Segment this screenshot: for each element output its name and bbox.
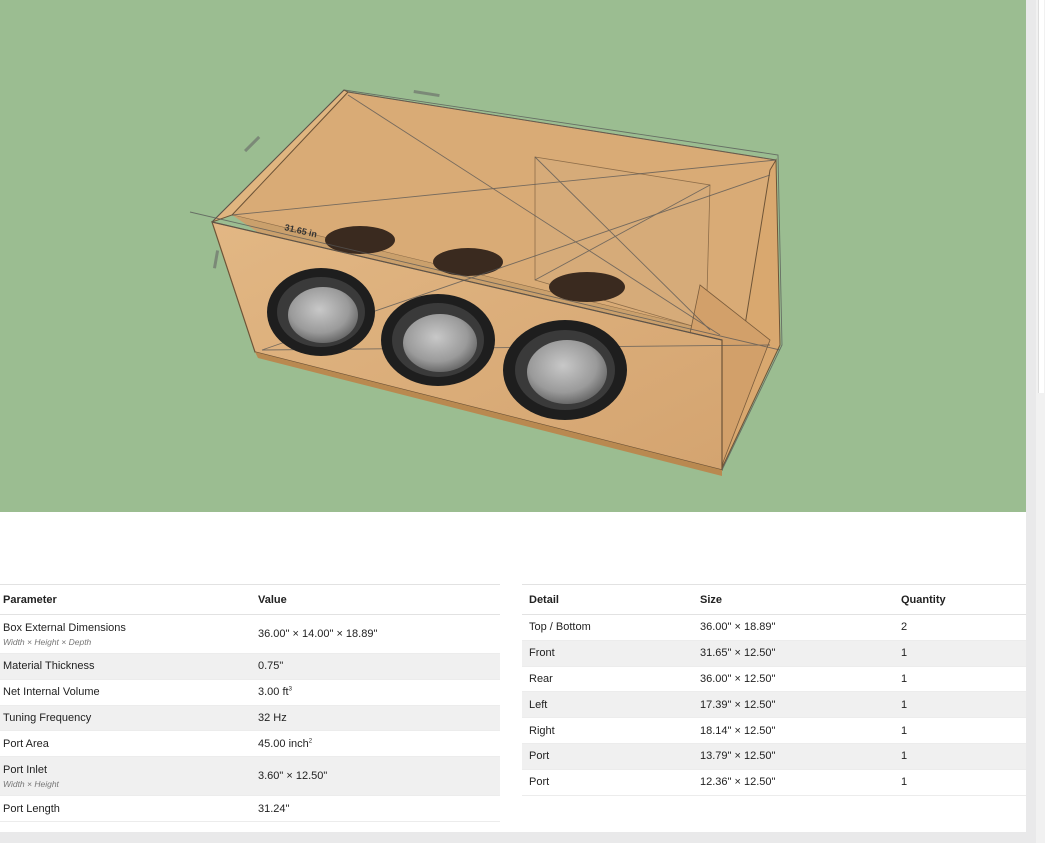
detail-cell: Top / Bottom xyxy=(522,614,693,641)
detail-cell: Rear xyxy=(522,666,693,693)
col-value: Value xyxy=(255,584,500,615)
table-row: Box External Dimensions Width × Height × … xyxy=(0,614,500,654)
table-row: Front 31.65" × 12.50" 1 xyxy=(522,640,1026,667)
param-value: 0.75" xyxy=(255,653,500,680)
param-name: Port Inlet xyxy=(3,763,48,776)
qty-cell: 1 xyxy=(894,717,1026,744)
size-cell: 31.65" × 12.50" xyxy=(693,640,894,667)
qty-cell: 2 xyxy=(894,614,1026,641)
param-value: 36.00" × 14.00" × 18.89" xyxy=(255,614,500,654)
qty-cell: 1 xyxy=(894,769,1026,796)
subwoofer-1 xyxy=(267,268,375,356)
cut-list-table: Detail Size Quantity Top / Bottom 36.00"… xyxy=(522,584,1026,796)
param-sub: Width × Height xyxy=(3,778,59,789)
parameters-table: Parameter Value Box External Dimensions W… xyxy=(0,584,500,822)
qty-cell: 1 xyxy=(894,640,1026,667)
param-name: Material Thickness xyxy=(0,653,255,680)
table-row: Port Inlet Width × Height 3.60" × 12.50" xyxy=(0,756,500,797)
detail-cell: Port xyxy=(522,769,693,796)
table-row: Top / Bottom 36.00" × 18.89" 2 xyxy=(522,614,1026,641)
unit-superscript: 3 xyxy=(288,686,292,693)
table-row: Net Internal Volume 3.00 ft3 xyxy=(0,679,500,706)
size-cell: 13.79" × 12.50" xyxy=(693,743,894,770)
size-cell: 36.00" × 12.50" xyxy=(693,666,894,693)
detail-cell: Left xyxy=(522,691,693,719)
page-content: 31.65 in Parameter Value Box External Di… xyxy=(0,0,1026,832)
param-value: 3.00 ft xyxy=(258,686,289,699)
table-row: Port Area 45.00 inch2 xyxy=(0,730,500,758)
subwoofer-3 xyxy=(503,320,627,420)
size-cell: 36.00" × 18.89" xyxy=(693,614,894,641)
col-size: Size xyxy=(693,584,894,615)
unit-superscript: 2 xyxy=(308,738,313,745)
param-name: Tuning Frequency xyxy=(0,705,255,732)
col-parameter: Parameter xyxy=(0,584,255,615)
3d-box-viewer[interactable]: 31.65 in xyxy=(0,0,1026,512)
table-row: Rear 36.00" × 12.50" 1 xyxy=(522,666,1026,693)
qty-cell: 1 xyxy=(894,743,1026,770)
detail-cell: Port xyxy=(522,743,693,770)
col-quantity: Quantity xyxy=(894,584,1026,615)
table-row: Tuning Frequency 32 Hz xyxy=(0,705,500,732)
table-row: Material Thickness 0.75" xyxy=(0,653,500,680)
param-name: Port Area xyxy=(0,730,255,758)
param-sub: Width × Height × Depth xyxy=(3,636,92,647)
detail-cell: Front xyxy=(522,640,693,667)
size-cell: 18.14" × 12.50" xyxy=(693,717,894,744)
scrollbar-thumb[interactable] xyxy=(1038,0,1044,393)
size-cell: 17.39" × 12.50" xyxy=(693,691,894,719)
size-cell: 12.36" × 12.50" xyxy=(693,769,894,796)
col-detail: Detail xyxy=(522,584,693,615)
table-row: Left 17.39" × 12.50" 1 xyxy=(522,691,1026,719)
subwoofer-2 xyxy=(381,294,495,386)
qty-cell: 1 xyxy=(894,691,1026,719)
param-name: Port Length xyxy=(0,795,255,822)
enclosure-render: 31.65 in xyxy=(189,89,783,476)
table-row: Right 18.14" × 12.50" 1 xyxy=(522,717,1026,744)
param-value: 3.60" × 12.50" xyxy=(255,756,500,797)
qty-cell: 1 xyxy=(894,666,1026,693)
table-row: Port 13.79" × 12.50" 1 xyxy=(522,743,1026,770)
table-row: Port 12.36" × 12.50" 1 xyxy=(522,769,1026,796)
param-value: 31.24" xyxy=(255,795,500,822)
table-row: Port Length 31.24" xyxy=(0,795,500,822)
param-value: 32 Hz xyxy=(255,705,500,732)
param-value: 45.00 inch xyxy=(258,737,309,750)
param-name: Net Internal Volume xyxy=(0,679,255,706)
detail-cell: Right xyxy=(522,717,693,744)
param-name: Box External Dimensions xyxy=(3,621,126,634)
